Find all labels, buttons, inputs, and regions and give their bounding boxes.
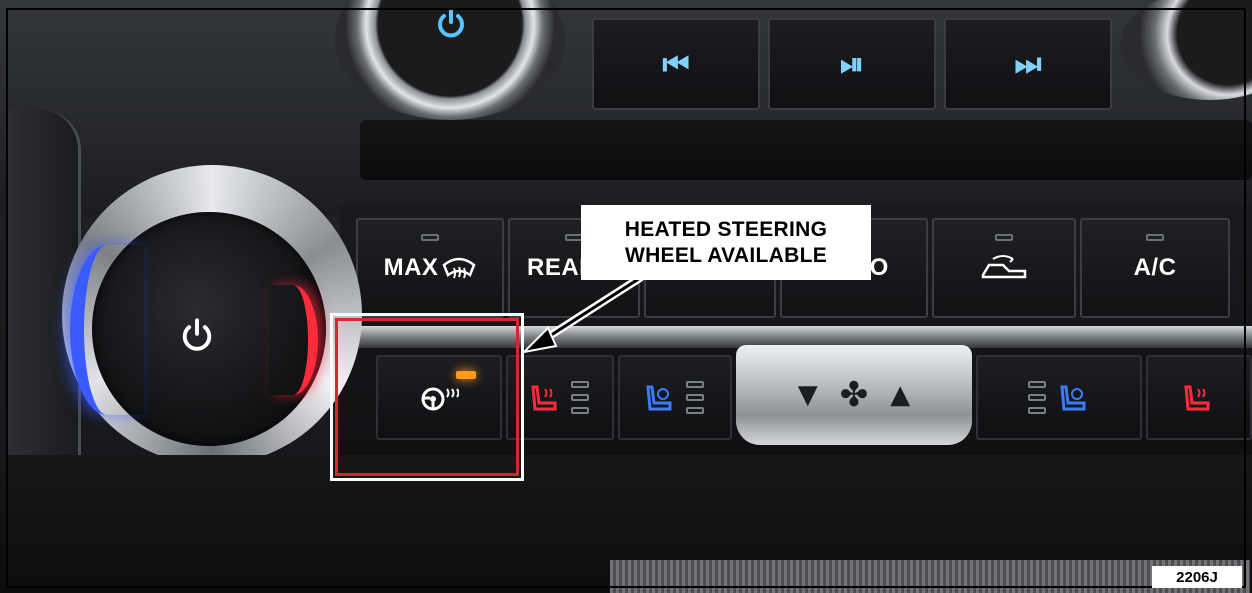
callout-line-1: HEATED STEERING (624, 217, 828, 241)
callout-line-2: WHEEL AVAILABLE (624, 243, 828, 267)
dashboard-photo: ⏮ ⏯ ⏭ MAX REAR AUTO (0, 0, 1252, 593)
callout-label: HEATED STEERING WHEEL AVAILABLE (581, 205, 871, 280)
figure-code: 2206J (1152, 566, 1242, 588)
callout-arrow (521, 274, 644, 354)
